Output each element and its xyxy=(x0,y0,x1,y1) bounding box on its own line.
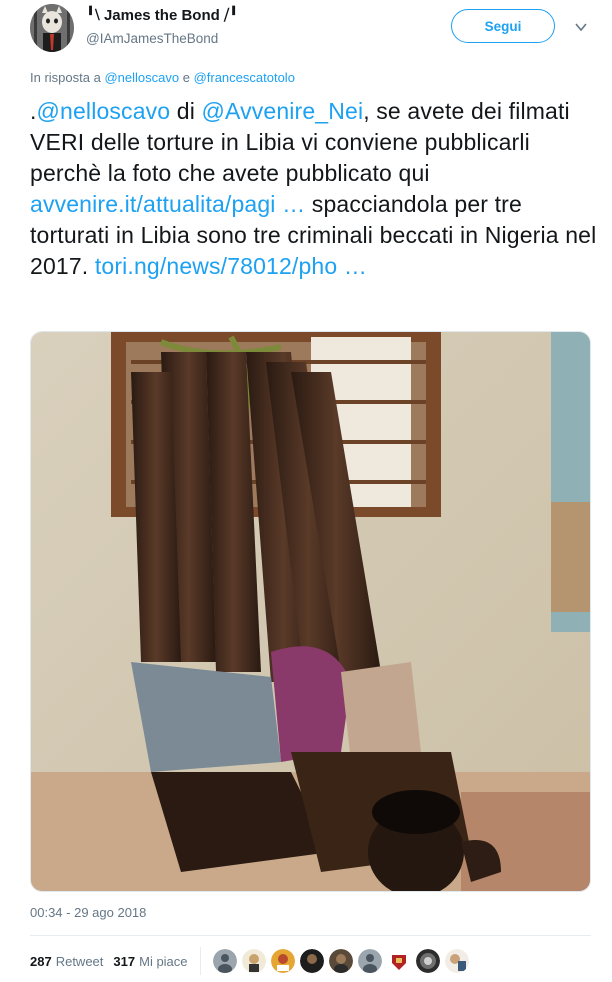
reply-conjunction: e xyxy=(182,70,190,85)
reply-context: In risposta a @nelloscavo e @francescato… xyxy=(30,70,295,85)
divider xyxy=(30,935,591,936)
like-count[interactable]: 317 Mi piace xyxy=(113,954,187,969)
tweet-stats: 287 Retweet 317 Mi piace xyxy=(30,944,474,978)
liker-avatars xyxy=(212,949,474,973)
retweet-label: Retweet xyxy=(55,953,104,969)
tweet-text: .@nelloscavo di @Avvenire_Nei, se avete … xyxy=(30,96,600,282)
retweet-count[interactable]: 287 Retweet xyxy=(30,954,103,969)
user-handle[interactable]: @IAmJamesTheBond xyxy=(86,31,218,46)
tweet-photo[interactable] xyxy=(30,331,591,892)
reply-mention-1[interactable]: @nelloscavo xyxy=(104,70,179,85)
liker-avatar[interactable] xyxy=(386,949,411,973)
liker-avatar[interactable] xyxy=(328,949,353,973)
tweet-text-segment: di xyxy=(170,98,202,124)
tweet-header: ╹⧵ James the Bond ⧸╹ @IAmJamesTheBond Se… xyxy=(0,0,612,62)
stats-separator xyxy=(199,947,201,975)
liker-avatar[interactable] xyxy=(270,949,295,973)
reply-mention-2[interactable]: @francescatotolo xyxy=(194,70,295,85)
liker-avatar[interactable] xyxy=(241,949,266,973)
tweet-timestamp[interactable]: 00:34 - 29 ago 2018 xyxy=(30,905,146,920)
url-link[interactable]: tori.ng/news/78012/pho … xyxy=(95,253,367,279)
like-number: 317 xyxy=(113,953,136,969)
liker-avatar[interactable] xyxy=(299,949,324,973)
reply-prefix: In risposta a xyxy=(30,70,101,85)
liker-avatar[interactable] xyxy=(357,949,382,973)
chevron-down-icon[interactable] xyxy=(574,20,588,34)
follow-button[interactable]: Segui xyxy=(451,9,555,43)
display-name[interactable]: ╹⧵ James the Bond ⧸╹ xyxy=(86,6,238,24)
url-link[interactable]: avvenire.it/attualita/pagi … xyxy=(30,191,305,217)
mention-link[interactable]: @Avvenire_Nei xyxy=(202,98,364,124)
liker-avatar[interactable] xyxy=(415,949,440,973)
avatar[interactable] xyxy=(30,4,74,52)
liker-avatar[interactable] xyxy=(444,949,469,973)
liker-avatar[interactable] xyxy=(212,949,237,973)
retweet-number: 287 xyxy=(30,953,52,969)
like-label: Mi piace xyxy=(139,953,188,969)
mention-link[interactable]: @nelloscavo xyxy=(37,98,171,124)
